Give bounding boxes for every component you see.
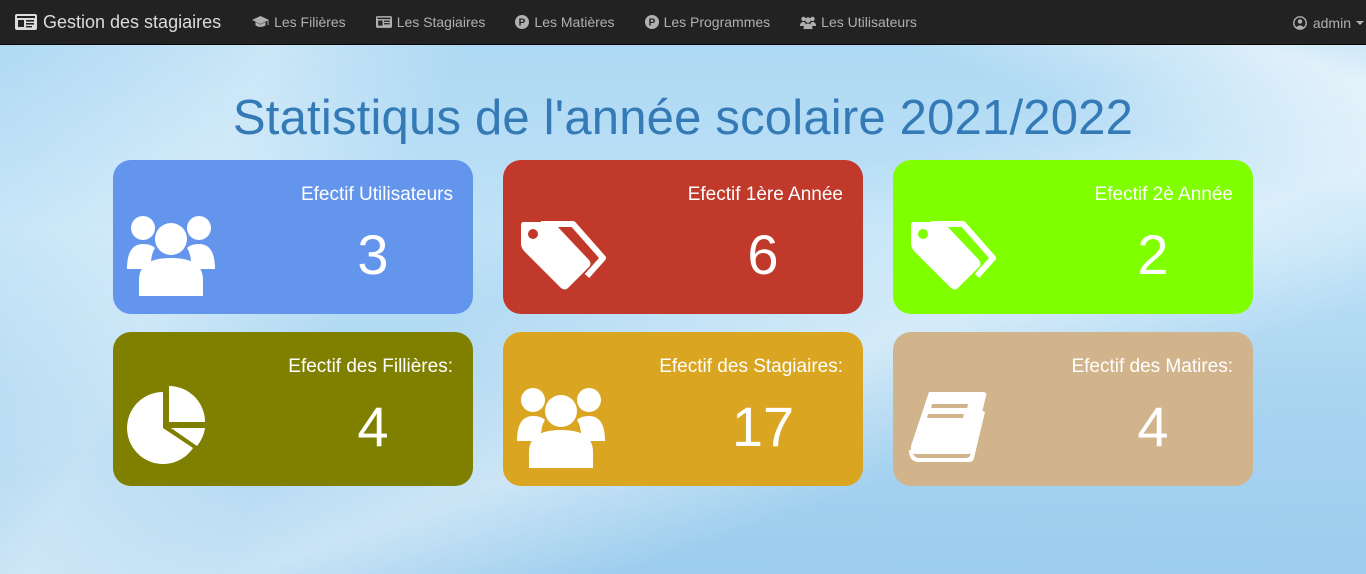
id-card-icon — [375, 16, 392, 28]
stat-card-value: 6 — [747, 223, 779, 286]
users-icon — [800, 16, 817, 29]
user-name: admin — [1312, 14, 1351, 31]
nav-item-utilisateurs[interactable]: Les Utilisateurs — [785, 0, 932, 45]
brand-label: Gestion des stagiaires — [43, 11, 222, 32]
nav-item-label: Les Programmes — [663, 14, 771, 30]
stat-card-matieres: Efectif des Matires: 4 — [893, 332, 1253, 486]
tags-icon — [911, 221, 996, 290]
stat-card-2e-annee: Efectif 2è Année 2 — [893, 160, 1253, 314]
nav-item-label: Les Stagiaires — [396, 14, 486, 30]
user-menu-toggle[interactable]: admin — [1292, 0, 1366, 45]
nav-item-stagiaires[interactable]: Les Stagiaires — [361, 0, 501, 45]
top-navbar: Gestion des stagiaires Les Filières Les … — [0, 0, 1366, 45]
graduation-cap-icon — [252, 15, 270, 27]
nav-item-matieres[interactable]: P Les Matières — [500, 0, 629, 45]
stat-card-value: 2 — [1137, 223, 1169, 286]
stat-card-label: Efectif des Stagiaires: — [659, 356, 843, 377]
tags-icon — [521, 221, 606, 290]
pie-chart-icon — [127, 386, 205, 464]
user-circle-icon — [1292, 15, 1307, 30]
id-card-icon — [15, 14, 37, 30]
stat-card-stagiaires: Efectif des Stagiaires: 17 — [503, 332, 863, 486]
stat-card-value: 17 — [731, 395, 795, 458]
stat-card-label: Efectif 2è Année — [1094, 184, 1233, 205]
stat-card-value: 3 — [357, 223, 389, 286]
stat-card-1ere-annee: Efectif 1ère Année 6 — [503, 160, 863, 314]
nav-item-label: Les Matières — [534, 14, 615, 30]
caret-down-icon — [1356, 20, 1364, 25]
stat-card-value: 4 — [357, 395, 389, 458]
svg-text:P: P — [648, 18, 655, 29]
nav-item-label: Les Utilisateurs — [821, 14, 917, 30]
nav-menu: Les Filières Les Stagiaires P Les Matièr… — [237, 0, 932, 45]
book-icon — [909, 392, 987, 462]
users-icon — [127, 216, 215, 296]
nav-item-filieres[interactable]: Les Filières — [237, 0, 361, 45]
stat-card-label: Efectif Utilisateurs — [300, 184, 453, 205]
p-circle-icon: P — [644, 15, 659, 29]
brand-link[interactable]: Gestion des stagiaires — [15, 12, 221, 33]
stat-card-value: 4 — [1137, 395, 1169, 458]
stat-card-label: Efectif 1ère Année — [687, 184, 843, 205]
p-circle-icon: P — [515, 15, 530, 29]
page-title: Statistiqus de l'année scolaire 2021/202… — [232, 91, 1134, 145]
nav-item-programmes[interactable]: P Les Programmes — [630, 0, 786, 45]
stat-card-filieres: Efectif des Fillières: 4 — [113, 332, 473, 486]
stat-card-label: Efectif des Matires: — [1071, 356, 1233, 377]
stat-card-utilisateurs: Efectif Utilisateurs 3 — [113, 160, 473, 314]
nav-item-label: Les Filières — [274, 14, 346, 30]
svg-text:P: P — [519, 18, 526, 29]
stat-card-label: Efectif des Fillières: — [288, 356, 453, 377]
users-icon — [517, 388, 605, 468]
